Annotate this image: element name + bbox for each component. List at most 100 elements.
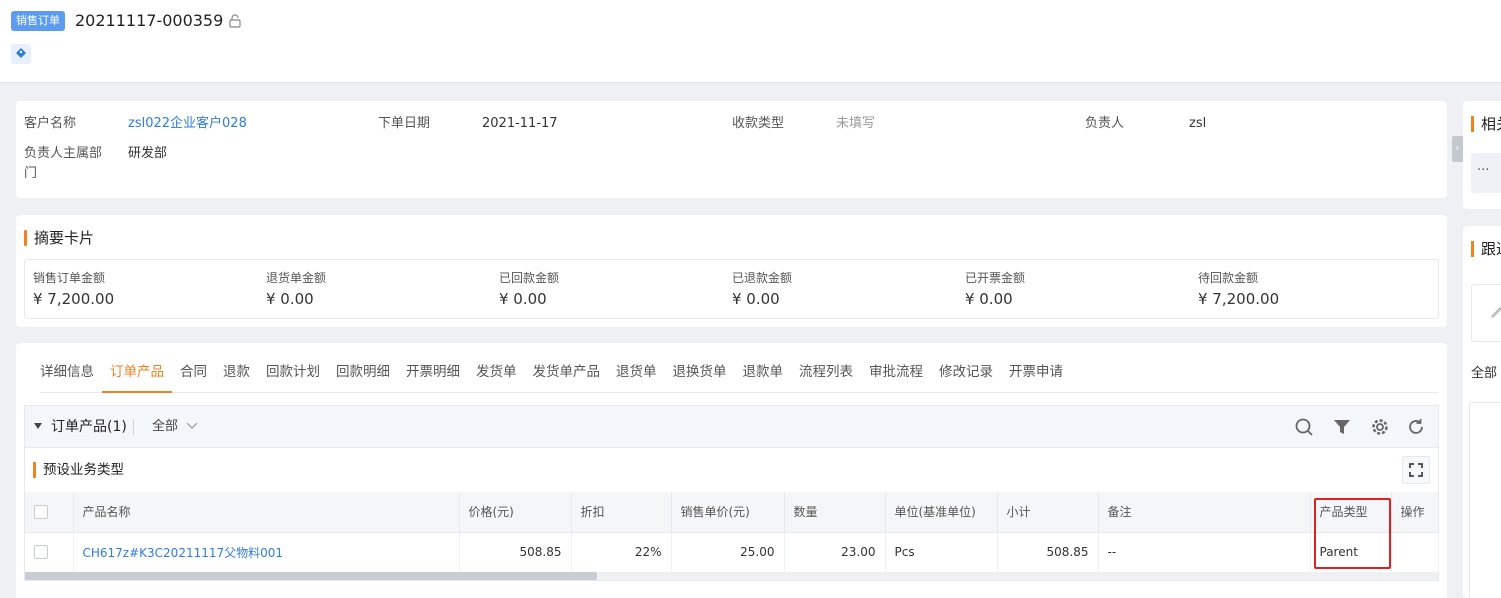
search-icon[interactable] [1294, 417, 1314, 437]
column-header[interactable]: 小计 [997, 492, 1099, 533]
tab-detail-info[interactable]: 详细信息 [40, 359, 102, 393]
object-type-badge: 销售订单 [11, 11, 65, 31]
unit-price-cell: 25.00 [671, 532, 785, 573]
collapse-caret-icon[interactable] [34, 423, 42, 429]
tab-change-log[interactable]: 修改记录 [931, 359, 1001, 393]
product-name-cell: CH617z#K3C20211117父物料001 [73, 532, 460, 573]
order-products-table: 产品名称 价格(元) 折扣 销售单价(元) 数量 单位(基准单位) 小计 备注 … [25, 492, 1439, 573]
table-header-row: 产品名称 价格(元) 折扣 销售单价(元) 数量 单位(基准单位) 小计 备注 … [25, 492, 1439, 533]
collapse-right-panel-button[interactable]: › [1452, 136, 1463, 162]
summary-value: ¥ 0.00 [499, 290, 547, 308]
tab-process-list[interactable]: 流程列表 [791, 359, 861, 393]
tab-refund-order[interactable]: 退款单 [735, 359, 792, 393]
column-header[interactable]: 产品名称 [73, 492, 460, 533]
chevron-down-icon [186, 422, 198, 429]
select-all-checkbox[interactable] [34, 505, 48, 519]
table-row: CH617z#K3C20211117父物料001 508.85 22% 25.0… [25, 532, 1439, 573]
owner-label: 负责人 [1085, 116, 1125, 131]
order-products-panel: 订单产品(1) 全部 预设业务类型 产品名称 价格(元) 折扣 销售单价(元) … [24, 405, 1439, 581]
related-lists-card: 详细信息 订单产品 合同 退款 回款计划 回款明细 开票明细 发货单 发货单产品… [16, 343, 1447, 598]
remark-cell: -- [1098, 532, 1311, 573]
product-type-highlight [1314, 498, 1391, 569]
tab-delivery-products[interactable]: 发货单产品 [525, 359, 609, 393]
product-name-link[interactable]: CH617z#K3C20211117父物料001 [83, 546, 284, 560]
scope-filter-value: 全部 [152, 419, 179, 434]
summary-item: 销售订单金额 ¥ 7,200.00 [33, 270, 114, 310]
filter-icon[interactable] [1332, 417, 1352, 437]
summary-value: ¥ 0.00 [965, 290, 1013, 308]
action-cell [1391, 532, 1439, 573]
tab-payment-plan[interactable]: 回款计划 [258, 359, 328, 393]
horizontal-scrollbar[interactable] [25, 572, 1438, 580]
customer-label: 客户名称 [24, 116, 77, 131]
tab-invoice-request[interactable]: 开票申请 [1001, 359, 1071, 393]
row-checkbox[interactable] [34, 545, 48, 560]
more-button[interactable]: ··· [1471, 153, 1501, 193]
basic-info-card: 客户名称 zsl022企业客户028 下单日期 2021-11-17 收款类型 … [16, 101, 1447, 198]
summary-box: 销售订单金额 ¥ 7,200.00 退货单金额 ¥ 0.00 已回款金额 ¥ 0… [24, 259, 1439, 319]
summary-card: 摘要卡片 销售订单金额 ¥ 7,200.00 退货单金额 ¥ 0.00 已回款金… [16, 215, 1447, 327]
followup-input-box[interactable] [1471, 284, 1501, 342]
owner-dept-value: 研发部 [128, 146, 168, 161]
related-card: 相关 ··· [1463, 101, 1501, 209]
tab-delivery-note[interactable]: 发货单 [468, 359, 525, 393]
scrollbar-thumb[interactable] [25, 572, 597, 580]
summary-label: 已回款金额 [499, 271, 560, 285]
business-type-row: 预设业务类型 [25, 448, 1438, 493]
quantity-cell: 23.00 [784, 532, 886, 573]
summary-value: ¥ 0.00 [732, 290, 780, 308]
summary-value: ¥ 7,200.00 [33, 290, 115, 308]
fullscreen-button[interactable] [1402, 456, 1430, 484]
summary-label: 已退款金额 [732, 271, 793, 285]
column-header[interactable]: 销售单价(元) [671, 492, 785, 533]
tab-contract[interactable]: 合同 [172, 359, 215, 393]
column-header[interactable]: 单位(基准单位) [885, 492, 998, 533]
payment-type-value: 未填写 [836, 116, 876, 131]
column-header[interactable]: 备注 [1098, 492, 1311, 533]
summary-item: 已开票金额 ¥ 0.00 [965, 270, 1025, 310]
summary-label: 销售订单金额 [33, 271, 106, 285]
tab-exchange-order[interactable]: 退换货单 [665, 359, 735, 393]
column-header[interactable]: 价格(元) [459, 492, 572, 533]
customer-link[interactable]: zsl022企业客户028 [128, 114, 247, 134]
discount-cell: 22% [571, 532, 672, 573]
order-date-value: 2021-11-17 [482, 116, 558, 131]
order-date-label: 下单日期 [378, 116, 431, 131]
scope-filter-select[interactable]: 全部 [152, 418, 198, 436]
business-type-title: 预设业务类型 [33, 460, 124, 480]
tab-order-products[interactable]: 订单产品 [102, 359, 172, 393]
unlock-icon[interactable] [227, 13, 243, 29]
related-title: 相关 [1471, 114, 1501, 134]
followup-list [1469, 402, 1501, 598]
summary-label: 已开票金额 [965, 271, 1026, 285]
tab-refund[interactable]: 退款 [215, 359, 258, 393]
column-header[interactable]: 数量 [784, 492, 886, 533]
owner-dept-label: 负责人主属部门 [24, 146, 103, 181]
subtotal-cell: 508.85 [997, 532, 1099, 573]
tab-invoice-detail[interactable]: 开票明细 [398, 359, 468, 393]
order-products-title: 订单产品(1) [51, 419, 127, 435]
summary-item: 退货单金额 ¥ 0.00 [266, 270, 326, 310]
tag-icon[interactable] [11, 44, 31, 64]
tab-bar: 详细信息 订单产品 合同 退款 回款计划 回款明细 开票明细 发货单 发货单产品… [40, 359, 1438, 393]
gear-icon[interactable] [1370, 417, 1390, 437]
tab-payment-detail[interactable]: 回款明细 [328, 359, 398, 393]
select-all-cell [25, 492, 74, 533]
unit-cell: Pcs [885, 532, 998, 573]
summary-label: 退货单金额 [266, 271, 327, 285]
followup-filter[interactable]: 全部 [1471, 364, 1497, 384]
row-select-cell [25, 532, 74, 573]
followup-title: 跟进 [1471, 239, 1501, 259]
price-cell: 508.85 [459, 532, 572, 573]
column-header[interactable]: 折扣 [571, 492, 672, 533]
tab-approval-flow[interactable]: 审批流程 [861, 359, 931, 393]
record-title: 20211117-000359 [75, 11, 224, 30]
payment-type-label: 收款类型 [732, 116, 785, 131]
edit-icon [1491, 307, 1501, 318]
summary-item: 待回款金额 ¥ 7,200.00 [1198, 270, 1279, 310]
divider [133, 419, 134, 435]
refresh-icon[interactable] [1406, 417, 1426, 437]
summary-label: 待回款金额 [1198, 271, 1259, 285]
fullscreen-icon [1409, 463, 1423, 477]
tab-return-order[interactable]: 退货单 [608, 359, 665, 393]
